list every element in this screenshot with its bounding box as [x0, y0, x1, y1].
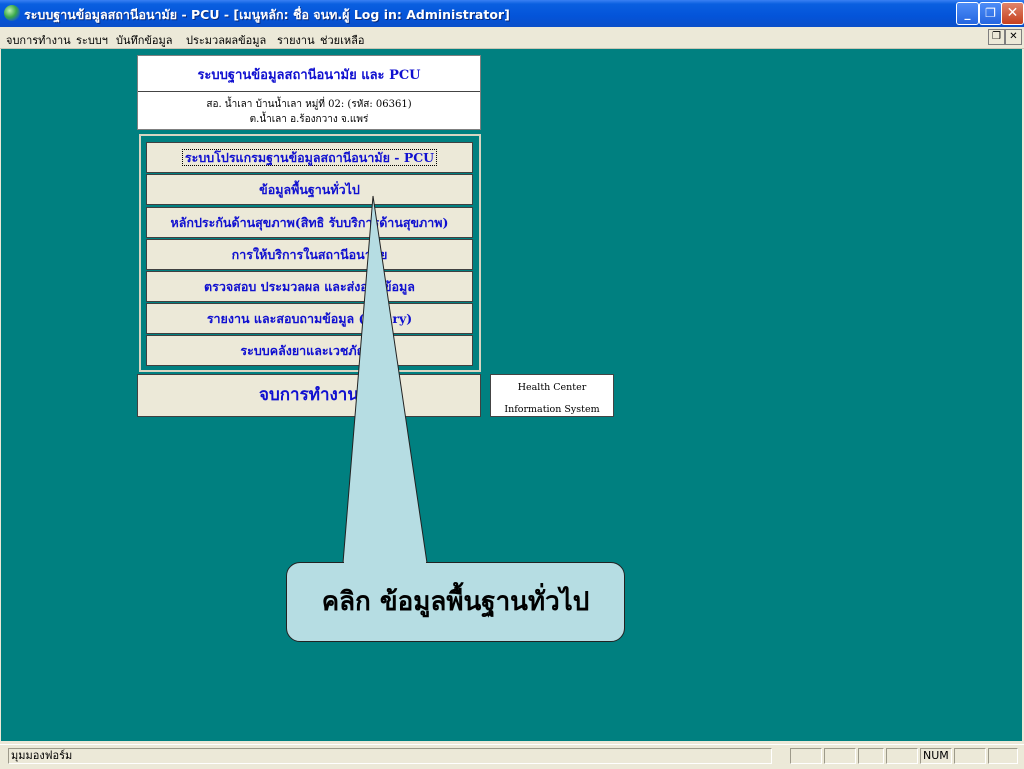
menu-exit[interactable]: จบการทำงาน [6, 31, 71, 49]
status-pane [858, 748, 884, 764]
restore-button[interactable]: ❐ [979, 2, 1002, 25]
menu-button-drug-inventory[interactable]: ระบบคลังยาและเวชภัณฑ์ [146, 335, 473, 366]
window-title: ระบบฐานข้อมูลสถานีอนามัย - PCU - [เมนูหล… [24, 7, 510, 22]
menu-record-data[interactable]: บันทึกข้อมูล [116, 31, 173, 49]
callout-text: คลิก ข้อมูลพื้นฐานทั่วไป [321, 587, 590, 617]
header-panel: ระบบฐานข้อมูลสถานีอนามัย และ PCU สอ. น้ำ… [137, 55, 481, 130]
menu-button-pcu-program[interactable]: ระบบโปรแกรมฐานข้อมูลสถานีอนามัย - PCU [146, 142, 473, 173]
app-globe-icon[interactable] [4, 5, 20, 21]
station-info-line: สอ. น้ำเลา บ้านน้ำเลา หมู่ที่ 02: (รหัส:… [206, 99, 412, 110]
callout-box: คลิก ข้อมูลพื้นฐานทั่วไป [286, 562, 625, 642]
main-menu-panel: ระบบโปรแกรมฐานข้อมูลสถานีอนามัย - PCU ข้… [139, 134, 481, 372]
menu-button-health-insurance[interactable]: หลักประกันด้านสุขภาพ(สิทธิ รับบริการด้าน… [146, 207, 473, 238]
status-pane [988, 748, 1018, 764]
menu-button-general-info[interactable]: ข้อมูลพื้นฐานทั่วไป [146, 174, 473, 205]
status-text: มุมมองฟอร์ม [8, 748, 772, 764]
menu-bar: จบการทำงาน ระบบฯ บันทึกข้อมูล ประมวลผลข้… [0, 27, 1024, 49]
status-pane [790, 748, 822, 764]
menu-process-data[interactable]: ประมวลผลข้อมูล [186, 31, 266, 49]
info-box-line2: Information System [504, 404, 600, 415]
status-pane [954, 748, 986, 764]
menu-system[interactable]: ระบบฯ [76, 31, 108, 49]
minimize-button[interactable]: _ [956, 2, 979, 25]
close-button[interactable]: ✕ [1001, 2, 1024, 25]
info-box-line1: Health Center [517, 382, 587, 393]
header-divider [138, 91, 480, 92]
info-box: Health Center Information System [490, 374, 614, 417]
menu-button-check-export[interactable]: ตรวจสอบ ประมวลผล และส่งออกข้อมูล [146, 271, 473, 302]
status-pane [886, 748, 918, 764]
menu-button-report-query[interactable]: รายงาน และสอบถามข้อมูล (Query) [146, 303, 473, 334]
mdi-restore-button[interactable]: ❐ [988, 29, 1005, 45]
menu-button-label: ระบบโปรแกรมฐานข้อมูลสถานีอนามัย - PCU [181, 149, 438, 166]
title-bar[interactable]: ระบบฐานข้อมูลสถานีอนามัย - PCU - [เมนูหล… [0, 0, 1024, 27]
status-bar: มุมมองฟอร์ม NUM [0, 744, 1024, 769]
menu-help[interactable]: ช่วยเหลือ [320, 31, 364, 49]
mdi-close-button[interactable]: ✕ [1005, 29, 1022, 45]
station-address-line: ต.น้ำเลา อ.ร้องกวาง จ.แพร่ [249, 114, 369, 125]
menu-button-services[interactable]: การให้บริการในสถานีอนามัย [146, 239, 473, 270]
status-pane [824, 748, 856, 764]
menu-report[interactable]: รายงาน [277, 31, 315, 49]
exit-button[interactable]: จบการทำงาน [137, 374, 481, 417]
num-lock-indicator: NUM [920, 748, 952, 764]
header-title: ระบบฐานข้อมูลสถานีอนามัย และ PCU [197, 68, 421, 83]
